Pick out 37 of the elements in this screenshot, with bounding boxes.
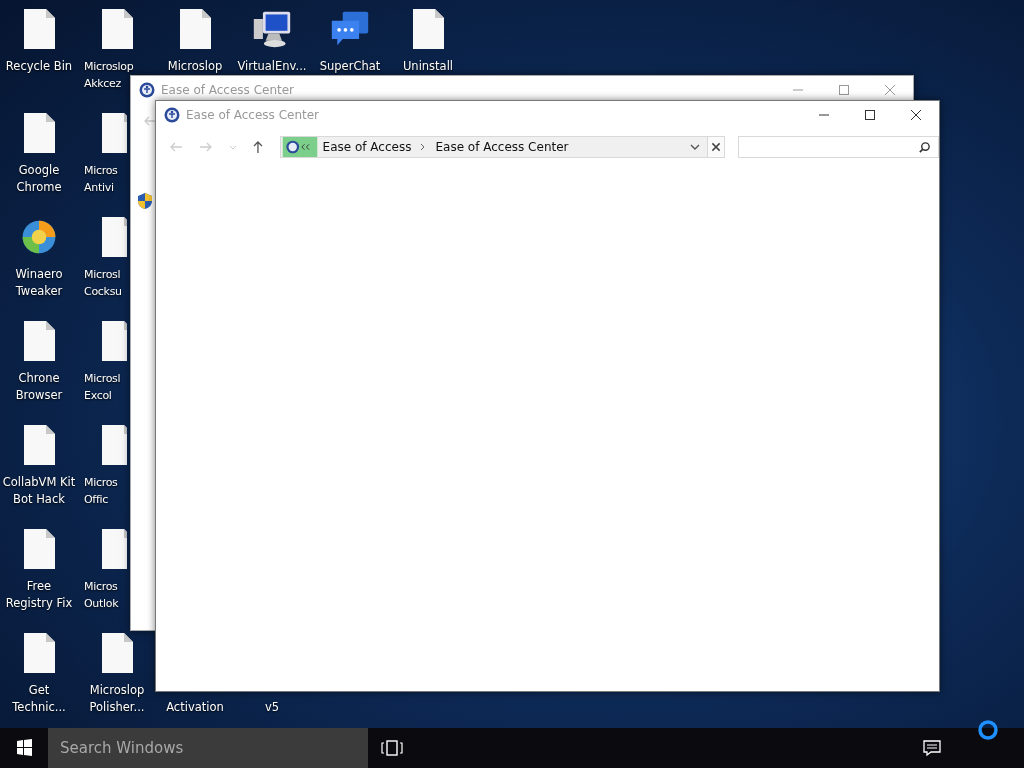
search-icon xyxy=(918,140,931,154)
accessibility-icon xyxy=(139,82,155,98)
breadcrumb[interactable]: Ease of Access xyxy=(322,140,412,154)
window-title: Ease of Access Center xyxy=(161,83,295,97)
icon-label[interactable]: Winaero Tweaker xyxy=(15,266,63,300)
icon-label[interactable]: Micros Offic xyxy=(84,474,118,508)
icon-label[interactable]: Microsl Cocksu xyxy=(84,266,122,300)
address-bar[interactable]: Ease of Access Ease of Access Center xyxy=(279,136,726,158)
icon-label[interactable]: SuperChat xyxy=(319,58,381,75)
icon-label[interactable]: VirtualEnv... xyxy=(237,58,307,75)
icon-label[interactable]: Micros Outlok xyxy=(84,578,119,612)
icon-label[interactable]: Uninstall xyxy=(402,58,454,75)
window-title: Ease of Access Center xyxy=(186,108,320,122)
ring-icon[interactable] xyxy=(977,719,999,741)
icon-label[interactable]: Microslop xyxy=(167,58,223,75)
accessibility-icon xyxy=(164,107,180,123)
accessibility-icon xyxy=(280,137,319,157)
icon-label[interactable]: Microslop Akkcez xyxy=(84,58,134,92)
icon-label[interactable]: Microsl Excol xyxy=(84,370,121,404)
icon-label[interactable]: Chrone Browser xyxy=(15,370,63,404)
search-field[interactable]: Search Windows xyxy=(48,728,368,768)
icon-label[interactable]: Micros Antivi xyxy=(84,162,118,196)
shield-icon xyxy=(137,192,153,210)
search-field[interactable] xyxy=(738,136,939,158)
notification-icon[interactable] xyxy=(922,739,942,757)
icon-label[interactable]: Microslop Polisher... xyxy=(89,682,145,716)
breadcrumb[interactable]: Ease of Access Center xyxy=(435,140,569,154)
icon-label[interactable]: Free Registry Fix xyxy=(5,578,73,612)
icon-label[interactable]: Google Chrome xyxy=(16,162,62,196)
icon-label[interactable]: Activation xyxy=(166,699,224,716)
icon-label[interactable]: v5 xyxy=(264,699,280,716)
task-view-icon[interactable] xyxy=(380,739,404,757)
back-arrow-icon[interactable] xyxy=(143,114,157,128)
icon-label[interactable]: CollabVM Kit Bot Hack xyxy=(2,474,76,508)
icon-label[interactable]: Recycle Bin xyxy=(5,58,73,75)
icon-label[interactable]: Get Technic... xyxy=(12,682,66,716)
close-icon[interactable] xyxy=(707,137,725,157)
